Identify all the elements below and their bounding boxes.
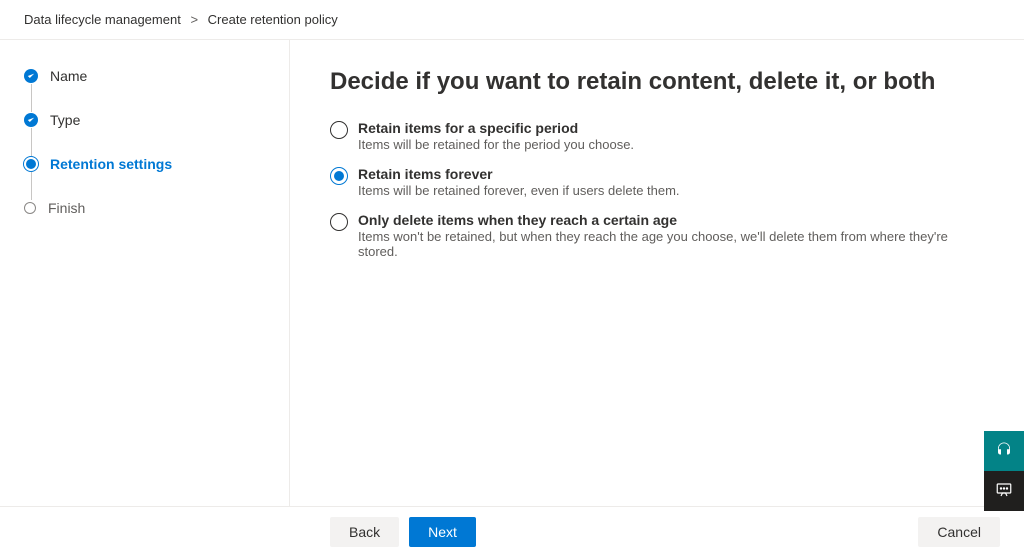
headset-icon xyxy=(995,441,1013,462)
feedback-button[interactable] xyxy=(984,471,1024,511)
help-button[interactable] xyxy=(984,431,1024,471)
wizard-content: Decide if you want to retain content, de… xyxy=(290,40,1024,506)
option-title: Only delete items when they reach a cert… xyxy=(358,212,984,228)
breadcrumb: Data lifecycle management > Create reten… xyxy=(0,0,1024,40)
page-title: Decide if you want to retain content, de… xyxy=(330,68,984,96)
step-label: Name xyxy=(50,68,87,84)
step-label: Type xyxy=(50,112,80,128)
option-title: Retain items forever xyxy=(358,166,680,182)
current-step-icon xyxy=(26,159,36,169)
radio-icon xyxy=(330,213,348,231)
option-retain-forever[interactable]: Retain items forever Items will be retai… xyxy=(330,166,984,198)
breadcrumb-root[interactable]: Data lifecycle management xyxy=(24,12,181,27)
step-finish[interactable]: Finish xyxy=(24,200,265,216)
cancel-button[interactable]: Cancel xyxy=(918,517,1000,547)
option-description: Items will be retained for the period yo… xyxy=(358,137,634,152)
step-label: Retention settings xyxy=(50,156,172,172)
radio-icon xyxy=(330,167,348,185)
option-delete-only[interactable]: Only delete items when they reach a cert… xyxy=(330,212,984,259)
radio-icon xyxy=(330,121,348,139)
breadcrumb-current: Create retention policy xyxy=(208,12,338,27)
step-label: Finish xyxy=(48,200,85,216)
step-type[interactable]: Type xyxy=(24,112,265,128)
option-retain-period[interactable]: Retain items for a specific period Items… xyxy=(330,120,984,152)
option-description: Items won't be retained, but when they r… xyxy=(358,229,984,259)
step-retention-settings[interactable]: Retention settings xyxy=(24,156,265,172)
upcoming-step-icon xyxy=(24,202,36,214)
option-title: Retain items for a specific period xyxy=(358,120,634,136)
wizard-stepper: Name Type Retention settings Finish xyxy=(0,40,290,506)
feedback-icon xyxy=(995,481,1013,502)
step-name[interactable]: Name xyxy=(24,68,265,84)
retention-options: Retain items for a specific period Items… xyxy=(330,120,984,259)
breadcrumb-separator: > xyxy=(190,12,198,27)
check-icon xyxy=(24,69,38,83)
help-actions xyxy=(984,431,1024,511)
back-button[interactable]: Back xyxy=(330,517,399,547)
option-description: Items will be retained forever, even if … xyxy=(358,183,680,198)
next-button[interactable]: Next xyxy=(409,517,476,547)
wizard-footer: Back Next Cancel xyxy=(0,506,1024,557)
check-icon xyxy=(24,113,38,127)
